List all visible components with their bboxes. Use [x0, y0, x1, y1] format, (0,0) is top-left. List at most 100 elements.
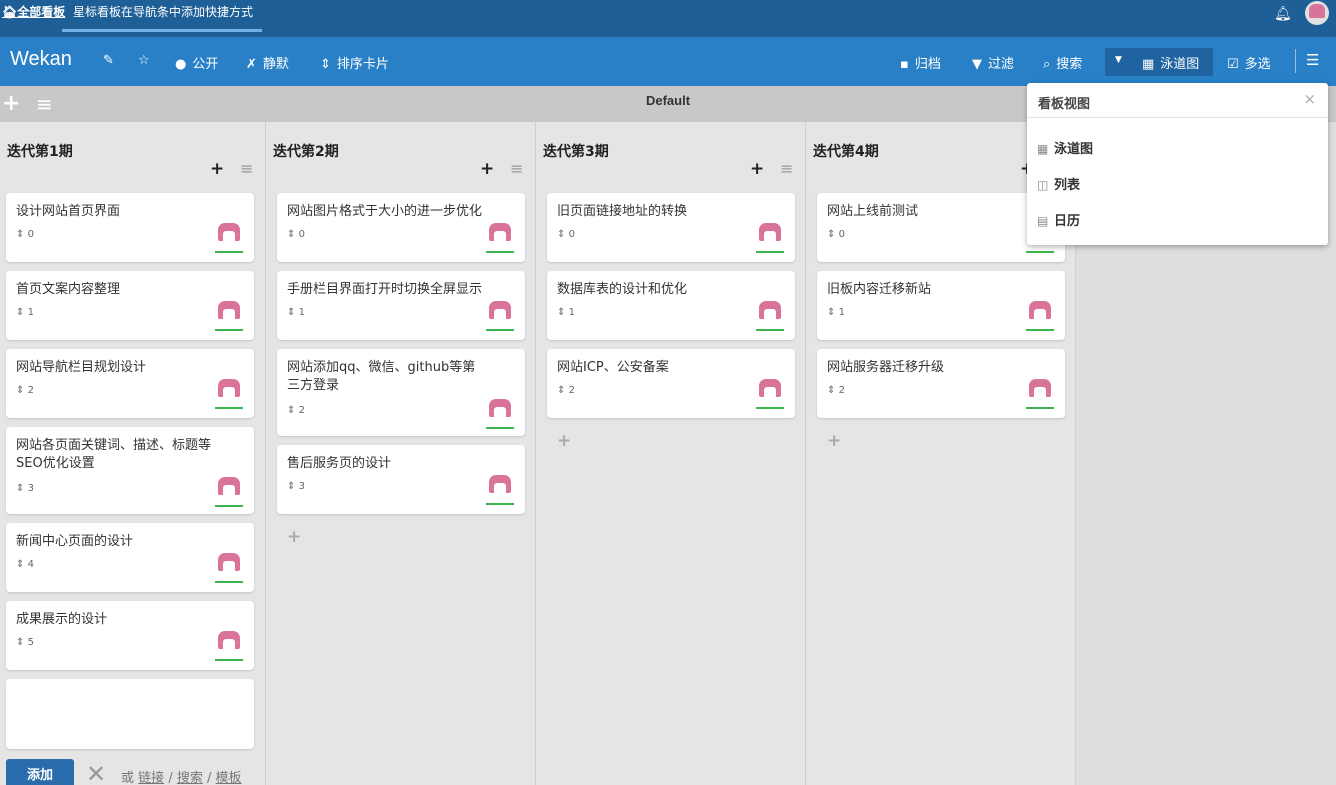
add-card-bottom-icon[interactable]: +	[557, 431, 571, 451]
close-composer-icon[interactable]: ✕	[86, 760, 106, 785]
card-member-avatar[interactable]	[756, 376, 784, 409]
all-boards-link[interactable]: 🏠︎全部看板	[2, 3, 65, 20]
user-avatar[interactable]	[1305, 1, 1329, 25]
add-card-bottom-icon[interactable]: +	[287, 527, 301, 547]
list-menu-icon[interactable]: ≡	[240, 159, 253, 178]
card-title: 旧页面链接地址的转换	[557, 204, 688, 219]
bell-icon[interactable]: 🔔︎	[1274, 6, 1292, 22]
card-sort-index: ⇕ 0	[16, 229, 34, 240]
card-member-avatar[interactable]	[215, 474, 243, 507]
sort-icon: ⇕	[320, 57, 331, 72]
top-bar: 🏠︎全部看板 星标看板在导航条中添加快捷方式 🔔︎	[0, 0, 1336, 37]
popup-title: 看板视图	[1038, 97, 1091, 112]
close-icon[interactable]: ×	[1303, 90, 1316, 108]
sort-cards-button[interactable]: ⇕ 排序卡片	[320, 53, 389, 72]
card-sort-index: ⇕ 0	[827, 229, 845, 240]
add-card-icon[interactable]: +	[480, 159, 494, 179]
card[interactable]: 售后服务页的设计 ⇕ 3	[277, 445, 525, 514]
hamburger-menu-icon[interactable]: ☰	[1306, 51, 1319, 69]
view-option-lists[interactable]: ◫ 列表	[1037, 174, 1080, 193]
card[interactable]: 网站导航栏目规划设计 ⇕ 2	[6, 349, 254, 418]
card-title: 网站各页面关键词、描述、标题等SEO优化设置	[16, 438, 212, 471]
sort-icon: ⇕	[16, 229, 28, 240]
card-member-avatar[interactable]	[486, 472, 514, 505]
card-title: 旧板内容迁移新站	[827, 282, 932, 297]
card-member-avatar[interactable]	[1026, 376, 1054, 409]
card[interactable]: 手册栏目界面打开时切换全屏显示 ⇕ 1	[277, 271, 525, 340]
card-sort-index: ⇕ 1	[287, 307, 305, 318]
trello-icon: ◫	[1037, 178, 1049, 192]
sort-icon: ⇕	[557, 229, 569, 240]
popup-header: 看板视图 ×	[1027, 83, 1328, 118]
card[interactable]: 网站ICP、公安备案 ⇕ 2	[547, 349, 795, 418]
card[interactable]: 成果展示的设计 ⇕ 5	[6, 601, 254, 670]
card-title: 设计网站首页界面	[16, 204, 121, 219]
add-card-bottom-icon[interactable]: +	[827, 431, 841, 451]
card[interactable]: 首页文案内容整理 ⇕ 1	[6, 271, 254, 340]
list-column: 迭代第2期 + ≡ 网站图片格式于大小的进一步优化 ⇕ 0 手册栏目界面打开时切换全屏显示…	[266, 122, 536, 785]
card-sort-index: ⇕ 3	[16, 483, 34, 494]
card-member-avatar[interactable]	[215, 550, 243, 583]
add-card-icon[interactable]: +	[210, 159, 224, 179]
card-title: 网站导航栏目规划设计	[16, 360, 147, 375]
card-member-avatar[interactable]	[756, 298, 784, 331]
card[interactable]: 网站图片格式于大小的进一步优化 ⇕ 0	[277, 193, 525, 262]
search-card-link[interactable]: 搜索	[177, 771, 203, 785]
card-title: 网站添加qq、微信、github等第三方登录	[287, 360, 476, 393]
card-member-avatar[interactable]	[486, 396, 514, 429]
search-button[interactable]: ⌕ 搜索	[1043, 53, 1082, 72]
card-member-avatar[interactable]	[1026, 298, 1054, 331]
mute-button[interactable]: ✗ 静默	[246, 53, 289, 72]
filter-button[interactable]: ▼ 过滤	[972, 53, 1014, 72]
card-sort-index: ⇕ 2	[827, 385, 845, 396]
add-card-button[interactable]: 添加	[6, 759, 74, 785]
card-title: 售后服务页的设计	[287, 456, 392, 471]
sort-icon: ⇕	[557, 307, 569, 318]
card-member-avatar[interactable]	[486, 220, 514, 253]
th-large-icon: ▦	[1037, 142, 1049, 156]
card-member-avatar[interactable]	[215, 628, 243, 661]
card-sort-index: ⇕ 5	[16, 637, 34, 648]
card[interactable]: 新闻中心页面的设计 ⇕ 4	[6, 523, 254, 592]
card-member-avatar[interactable]	[215, 220, 243, 253]
template-card-link[interactable]: 模板	[216, 771, 242, 785]
card-member-avatar[interactable]	[756, 220, 784, 253]
card-composer[interactable]	[6, 679, 254, 749]
card[interactable]: 网站服务器迁移升级 ⇕ 2	[817, 349, 1065, 418]
card-member-avatar[interactable]	[486, 298, 514, 331]
list-menu-icon[interactable]: ≡	[510, 159, 523, 178]
list-menu-icon[interactable]: ≡	[780, 159, 793, 178]
th-large-icon: ▦	[1142, 57, 1155, 72]
card[interactable]: 设计网站首页界面 ⇕ 0	[6, 193, 254, 262]
add-card-icon[interactable]: +	[750, 159, 764, 179]
public-button[interactable]: ● 公开	[175, 53, 218, 72]
sort-icon: ⇕	[16, 483, 28, 494]
list-title[interactable]: 迭代第3期	[543, 141, 609, 161]
star-icon[interactable]: ☆	[138, 53, 150, 68]
link-card-link[interactable]: 链接	[138, 771, 164, 785]
swimlanes-view-button[interactable]: ▦ 泳道图	[1142, 53, 1199, 72]
card[interactable]: 网站各页面关键词、描述、标题等SEO优化设置 ⇕ 3	[6, 427, 254, 514]
edit-board-icon[interactable]: ✎	[103, 53, 114, 68]
sort-icon: ⇕	[287, 229, 299, 240]
card-member-avatar[interactable]	[215, 298, 243, 331]
card-title: 网站服务器迁移升级	[827, 360, 945, 375]
card-sort-index: ⇕ 2	[16, 385, 34, 396]
card[interactable]: 网站添加qq、微信、github等第三方登录 ⇕ 2	[277, 349, 525, 436]
view-option-swimlanes[interactable]: ▦ 泳道图	[1037, 138, 1093, 157]
card[interactable]: 旧板内容迁移新站 ⇕ 1	[817, 271, 1065, 340]
board-view-popup: 看板视图 × ▦ 泳道图 ◫ 列表 ▤ 日历	[1027, 83, 1328, 245]
multiselect-button[interactable]: ☑ 多选	[1227, 53, 1271, 72]
card-member-avatar[interactable]	[215, 376, 243, 409]
list-title[interactable]: 迭代第4期	[813, 141, 879, 161]
caret-down-icon[interactable]: ▼	[1115, 55, 1122, 65]
view-option-calendar[interactable]: ▤ 日历	[1037, 210, 1080, 229]
filter-icon: ▼	[972, 57, 982, 72]
sort-icon: ⇕	[827, 229, 839, 240]
card[interactable]: 数据库表的设计和优化 ⇕ 1	[547, 271, 795, 340]
card-title: 网站图片格式于大小的进一步优化	[287, 204, 483, 219]
card[interactable]: 旧页面链接地址的转换 ⇕ 0	[547, 193, 795, 262]
list-title[interactable]: 迭代第2期	[273, 141, 339, 161]
list-title[interactable]: 迭代第1期	[7, 141, 73, 161]
archive-button[interactable]: ▪ 归档	[900, 53, 941, 72]
